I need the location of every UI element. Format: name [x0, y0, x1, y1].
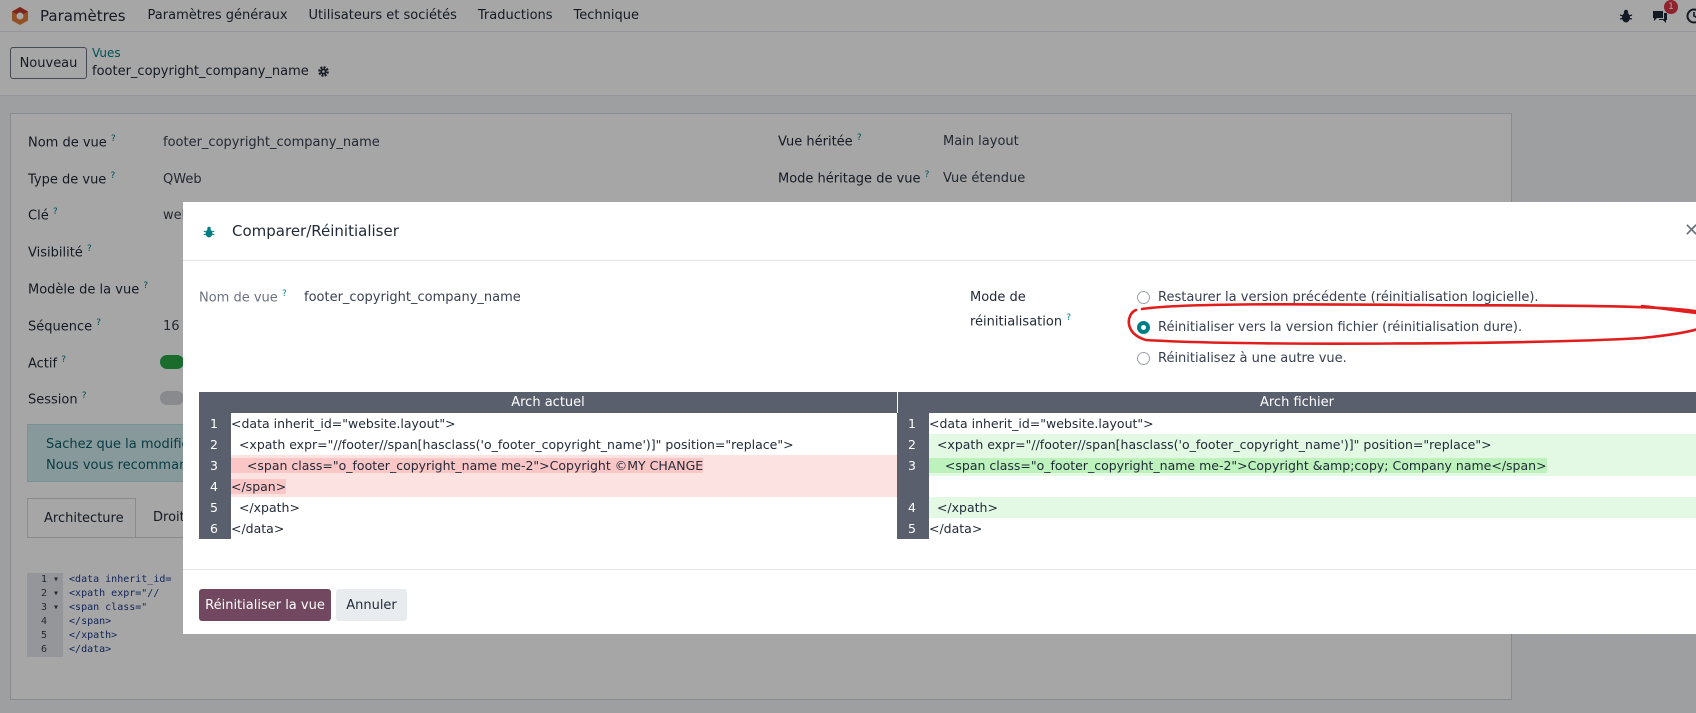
current-arch-panel: 1 <data inherit_id="website.layout"> 2 <x… [199, 413, 897, 540]
diff-line: 5 </xpath> [199, 497, 897, 518]
diff-line-empty [897, 476, 1696, 497]
current-arch-header: Arch actuel [199, 392, 897, 413]
radio-button[interactable] [1137, 352, 1150, 365]
radio-soft-reset[interactable]: Restaurer la version précédente (réiniti… [1137, 290, 1539, 305]
radio-button[interactable] [1137, 291, 1150, 304]
cancel-button[interactable]: Annuler [336, 589, 407, 621]
diff-line-added: 3 <span class="o_footer_copyright_name m… [897, 455, 1696, 476]
diff-table: Arch actuel Arch fichier 1 <data inherit_… [199, 392, 1696, 540]
reset-view-button[interactable]: Réinitialiser la vue [199, 589, 331, 621]
radio-hard-reset[interactable]: Réinitialiser vers la version fichier (r… [1137, 320, 1522, 335]
dialog-view-name-value: footer_copyright_company_name [304, 290, 521, 305]
reset-mode-label: Mode de réinitialisation ? [970, 290, 1071, 330]
radio-label[interactable]: Réinitialisez à une autre vue. [1158, 351, 1347, 366]
compare-reset-dialog: Comparer/Réinitialiser ✕ Nom de vue ? fo… [183, 202, 1696, 634]
diff-line: 6 </data> [199, 518, 897, 539]
diff-line-added: 4 </xpath> [897, 497, 1696, 518]
dialog-header: Comparer/Réinitialiser ✕ [183, 202, 1696, 261]
file-arch-header: Arch fichier [897, 392, 1696, 413]
dialog-title: Comparer/Réinitialiser [232, 222, 399, 240]
radio-label[interactable]: Restaurer la version précédente (réiniti… [1158, 290, 1539, 305]
diff-line-removed: 3 <span class="o_footer_copyright_name m… [199, 455, 897, 476]
radio-other-view[interactable]: Réinitialisez à une autre vue. [1137, 351, 1347, 366]
diff-line-removed: 4 </span> [199, 476, 897, 497]
close-icon[interactable]: ✕ [1684, 220, 1696, 240]
debug-bug-icon [203, 226, 215, 238]
diff-line: 5 </data> [897, 518, 1696, 539]
dialog-footer: Réinitialiser la vue Annuler [183, 569, 1696, 634]
file-arch-panel: 1 <data inherit_id="website.layout"> 2 <x… [897, 413, 1696, 540]
diff-line: 1 <data inherit_id="website.layout"> [897, 413, 1696, 434]
diff-line: 2 <xpath expr="//footer//span[hasclass('… [199, 434, 897, 455]
radio-button-checked[interactable] [1137, 321, 1150, 334]
diff-line: 1 <data inherit_id="website.layout"> [199, 413, 897, 434]
radio-label[interactable]: Réinitialiser vers la version fichier (r… [1158, 320, 1522, 335]
dialog-view-name-label: Nom de vue ? [199, 289, 287, 306]
diff-line-added: 2 <xpath expr="//footer//span[hasclass('… [897, 434, 1696, 455]
